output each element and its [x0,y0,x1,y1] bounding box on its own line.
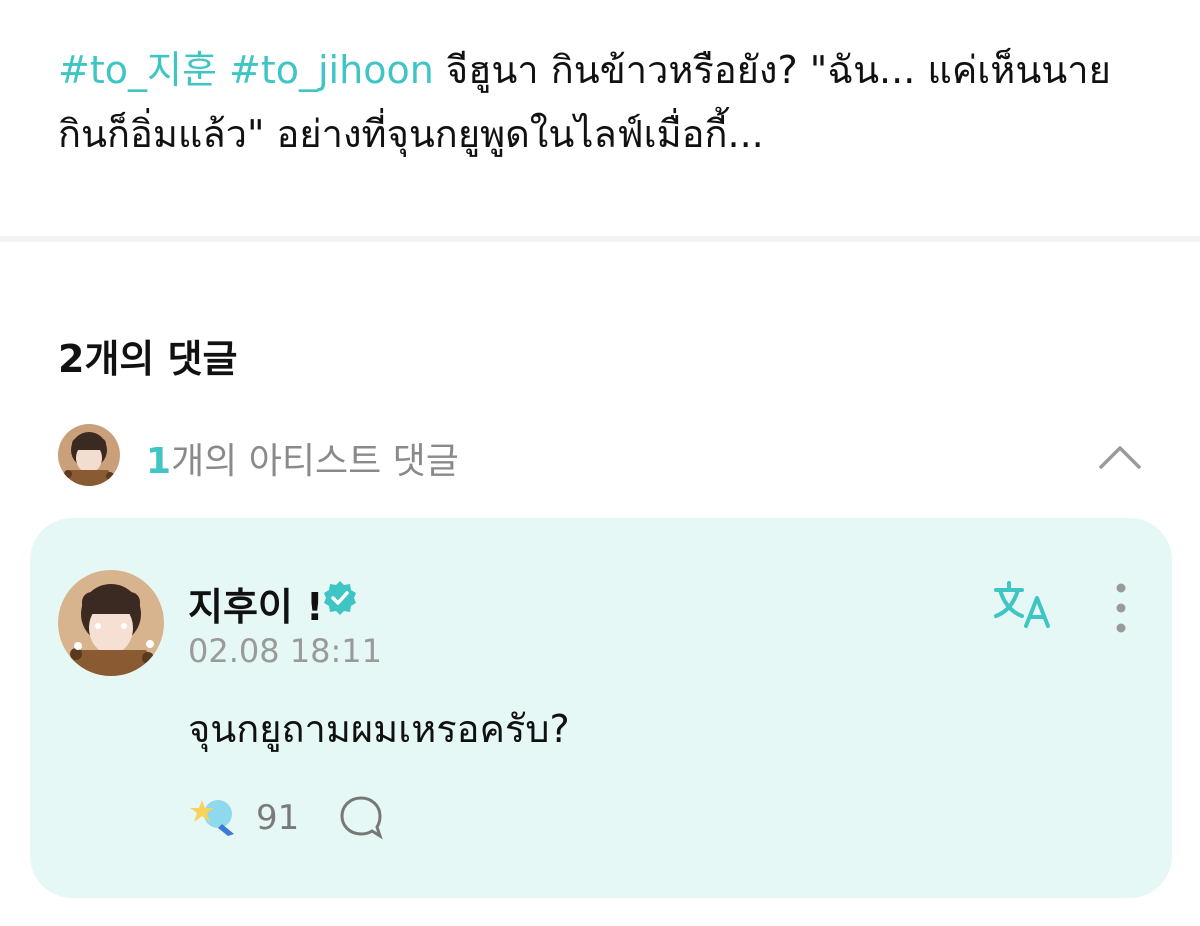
more-vertical-icon[interactable] [1106,580,1136,636]
comment-body: จุนกยูถามผมเหรอครับ? [188,707,570,751]
comment-username[interactable]: 지후이 ! [188,576,323,631]
artist-comment-text: 개의 아티스트 댓글 [171,441,459,482]
translate-icon[interactable] [992,580,1054,630]
avatar[interactable] [58,570,164,676]
hashtag-link[interactable]: #to_지훈 [58,48,217,92]
post-text: #to_지훈 #to_jihoon จีฮูนา กินข้าวหรือยัง?… [58,38,1148,166]
post-detail-page: #to_지훈 #to_jihoon จีฮูนา กินข้าวหรือยัง?… [0,0,1200,926]
artist-avatar [58,424,120,486]
star-reaction-icon[interactable] [188,794,240,838]
reply-bubble-icon[interactable] [338,794,384,840]
reaction-count: 91 [256,798,300,838]
comments-count-title: 2개의 댓글 [58,337,238,381]
verified-badge-icon [324,581,356,615]
hashtag-link[interactable]: #to_jihoon [229,48,434,92]
section-divider [0,236,1200,242]
comment-timestamp: 02.08 18:11 [188,632,382,670]
artist-comment-count: 1 [146,441,172,482]
artist-comment-label: 1개의 아티스트 댓글 [146,432,459,484]
artist-comments-toggle[interactable]: 1개의 아티스트 댓글 [58,424,1148,486]
artist-comment-card: 지후이 ! 02.08 18:11 จุนกยูถามผมเหรอครับ? 9… [30,518,1172,898]
chevron-up-icon[interactable] [1098,442,1142,470]
